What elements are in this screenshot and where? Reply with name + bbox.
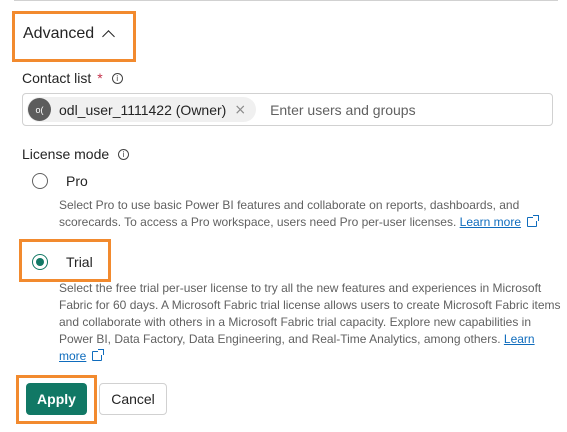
advanced-label: Advanced (23, 25, 95, 42)
chevron-up-icon (102, 30, 116, 43)
required-marker: * (97, 70, 103, 86)
apply-button[interactable]: Apply (26, 383, 87, 415)
top-divider (14, 0, 558, 1)
external-link-icon (527, 215, 540, 227)
license-option-trial[interactable]: Trial (32, 254, 93, 270)
trial-description: Select the free trial per-user license t… (59, 280, 564, 365)
external-link-icon (92, 349, 105, 361)
advanced-toggle[interactable]: Advanced (23, 25, 116, 43)
trial-radio-label: Trial (66, 254, 93, 270)
avatar: o( (28, 98, 51, 121)
info-icon[interactable]: i (118, 148, 130, 160)
cancel-button[interactable]: Cancel (99, 383, 167, 415)
info-icon[interactable]: i (111, 72, 123, 84)
license-option-pro[interactable]: Pro (32, 173, 88, 189)
license-mode-label: License mode i (22, 146, 130, 162)
contact-list-field[interactable]: o( odl_user_1111422 (Owner) × (22, 93, 553, 126)
pro-description: Select Pro to use basic Power BI feature… (59, 197, 549, 231)
user-chip-name: odl_user_1111422 (Owner) (59, 101, 227, 118)
trial-description-text: Select the free trial per-user license t… (59, 281, 561, 346)
remove-user-icon[interactable]: × (234, 102, 246, 118)
contact-search-input[interactable] (268, 100, 523, 119)
pro-description-text: Select Pro to use basic Power BI feature… (59, 198, 520, 229)
trial-radio-button[interactable] (32, 254, 48, 270)
pro-learn-more-link[interactable]: Learn more (460, 215, 521, 229)
user-chip: o( odl_user_1111422 (Owner) × (27, 97, 257, 122)
license-mode-label-text: License mode (22, 146, 110, 162)
contact-list-label-text: Contact list (22, 70, 92, 86)
pro-radio-label: Pro (66, 173, 88, 189)
pro-radio-button[interactable] (32, 173, 48, 189)
contact-list-label: Contact list * i (22, 70, 123, 86)
